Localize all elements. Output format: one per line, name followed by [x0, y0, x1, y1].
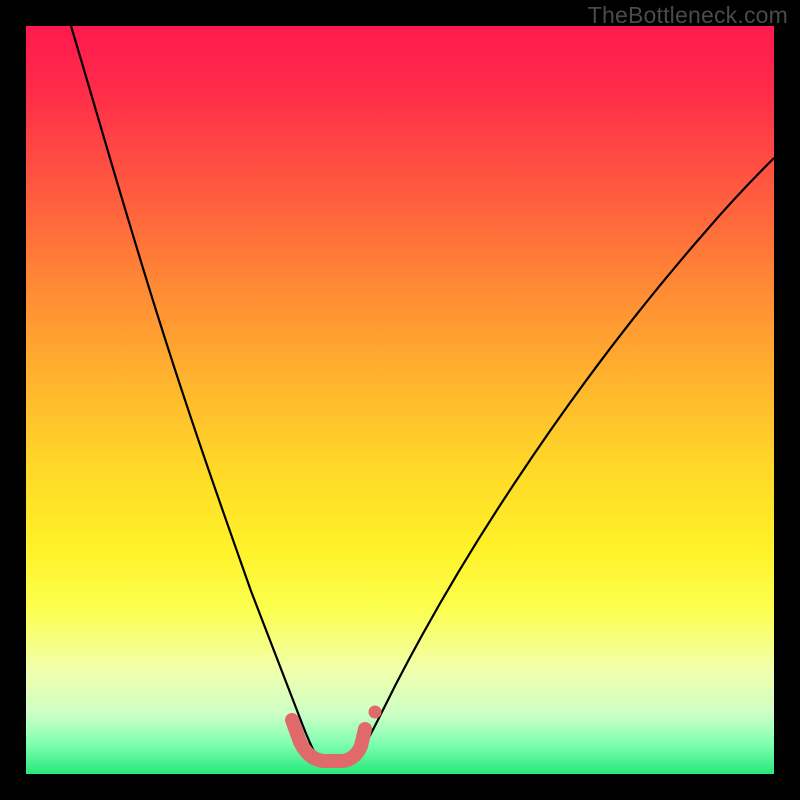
extra-dot	[369, 706, 382, 719]
left-curve	[71, 26, 319, 760]
right-curve	[356, 158, 774, 760]
chart-svg	[26, 26, 774, 774]
watermark-text: TheBottleneck.com	[588, 2, 788, 29]
plot-area	[26, 26, 774, 774]
